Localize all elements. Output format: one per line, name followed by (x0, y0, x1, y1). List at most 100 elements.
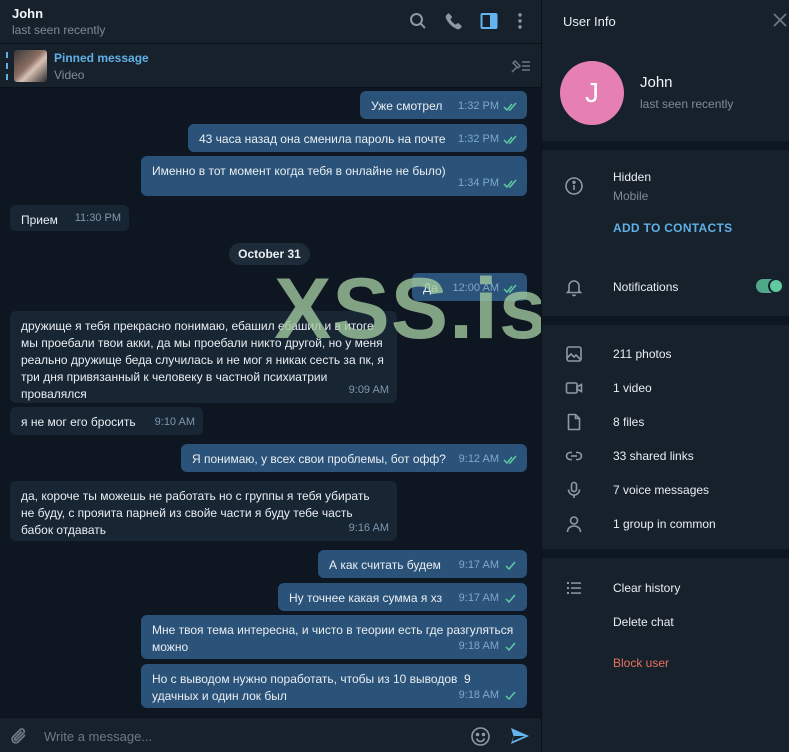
pinned-subtitle: Video (54, 68, 85, 82)
shared-media-label: 8 files (613, 415, 645, 429)
clear-history-row[interactable]: Clear history (542, 575, 789, 601)
microphone-icon (564, 480, 584, 500)
date-separator: October 31 (229, 243, 310, 265)
outgoing-message[interactable]: Я понимаю, у всех свои проблемы, бот офф… (181, 444, 527, 472)
message-time: 1:32 PM (458, 100, 499, 112)
message-meta: 9:16 AM (349, 520, 389, 537)
list-icon (564, 578, 584, 598)
double-check-icon (503, 455, 519, 465)
shared-media-row[interactable]: 1 video (542, 375, 789, 401)
link-icon (564, 446, 584, 466)
outgoing-message[interactable]: Уже смотрел 1:32 PM (360, 91, 527, 119)
message-meta: 9:17 AM (459, 557, 519, 574)
telegram-window: John last seen recently Pinned message V… (0, 0, 789, 752)
pinned-indicator (6, 52, 8, 80)
outgoing-message[interactable]: 43 часа назад она сменила пароль на почт… (188, 124, 527, 152)
message-time: 1:32 PM (458, 133, 499, 145)
shared-media-label: 33 shared links (613, 449, 694, 463)
incoming-message[interactable]: дружище я тебя прекрасно понимаю, ебашил… (10, 311, 397, 403)
message-meta: 11:30 PM (75, 210, 121, 227)
info-icon (564, 176, 584, 196)
check-icon (503, 561, 519, 571)
incoming-message[interactable]: да, короче ты можешь не работать но с гр… (10, 481, 397, 541)
message-meta: 9:10 AM (155, 414, 195, 431)
compose-bar (0, 717, 541, 752)
phone-row[interactable]: Hidden (542, 170, 789, 199)
unpin-icon[interactable] (509, 57, 531, 75)
message-input[interactable] (44, 727, 444, 745)
message-time: 9:17 AM (458, 559, 499, 571)
outgoing-message[interactable]: А как считать будем 9:17 AM (318, 550, 527, 578)
incoming-message[interactable]: Прием 11:30 PM (10, 205, 129, 231)
message-meta: 9:09 AM (349, 382, 389, 399)
block-user-button[interactable]: Block user (613, 656, 669, 670)
shared-media-row[interactable]: 1 group in common (542, 511, 789, 537)
divider (542, 549, 789, 558)
message-time: 12:00 AM (452, 282, 499, 294)
check-icon (503, 594, 519, 604)
shared-media-row[interactable]: 211 photos (542, 341, 789, 367)
phone-value: Hidden (613, 170, 652, 184)
message-time: 9:18 AM (458, 689, 499, 701)
shared-media-label: 7 voice messages (613, 483, 710, 497)
chat-status: last seen recently (12, 23, 106, 37)
shared-media-row[interactable]: 7 voice messages (542, 477, 789, 503)
user-info-panel: User Info J John last seen recently Hidd… (541, 0, 789, 752)
shared-media-row[interactable]: 8 files (542, 409, 789, 435)
message-meta: 9:18 AM (459, 687, 519, 704)
clear-history-button[interactable]: Clear history (613, 581, 680, 595)
shared-media-label: 1 group in common (613, 517, 716, 531)
message-time: 9:12 AM (458, 453, 499, 465)
divider (542, 316, 789, 325)
incoming-message[interactable]: я не мог его бросить 9:10 AM (10, 407, 203, 435)
message-text: да, короче ты можешь не работать но с гр… (21, 489, 373, 537)
message-time: 1:34 PM (458, 177, 499, 189)
pinned-thumbnail (14, 50, 47, 82)
shared-media-label: 211 photos (613, 347, 672, 361)
add-to-contacts-button[interactable]: ADD TO CONTACTS (613, 221, 732, 235)
shared-media-row[interactable]: 33 shared links (542, 443, 789, 469)
user-status: last seen recently (640, 97, 734, 111)
message-text: дружище я тебя прекрасно понимаю, ебашил… (21, 319, 388, 401)
pinned-message-bar[interactable]: Pinned message Video (0, 44, 541, 88)
double-check-icon (503, 102, 519, 112)
phone-icon[interactable] (444, 11, 464, 31)
video-icon (564, 378, 584, 398)
message-time: 9:16 AM (348, 522, 389, 534)
message-time: 9:17 AM (458, 592, 499, 604)
outgoing-message[interactable]: Ну точнее какая сумма я хз 9:17 AM (278, 583, 527, 611)
more-icon[interactable] (510, 11, 530, 31)
delete-chat-button[interactable]: Delete chat (613, 615, 674, 629)
notifications-row[interactable]: Notifications (542, 274, 789, 300)
message-meta: 1:32 PM (458, 131, 519, 148)
close-icon[interactable] (771, 11, 789, 29)
chat-header: John last seen recently (0, 0, 541, 44)
panel-title: User Info (563, 14, 616, 29)
paperclip-icon[interactable] (9, 726, 29, 746)
avatar[interactable]: J (560, 61, 624, 125)
double-check-icon (503, 179, 519, 189)
file-icon (564, 412, 584, 432)
message-time: 9:10 AM (154, 416, 195, 428)
chat-title[interactable]: John (12, 6, 43, 21)
send-icon[interactable] (509, 725, 531, 747)
phone-label: Mobile (613, 189, 649, 203)
message-meta: 1:32 PM (458, 98, 519, 115)
user-icon (564, 514, 584, 534)
outgoing-message[interactable]: Мне твоя тема интересна, и чисто в теори… (141, 615, 527, 659)
notifications-label: Notifications (613, 280, 679, 294)
double-check-icon (503, 284, 519, 294)
notifications-toggle[interactable] (756, 278, 784, 294)
shared-media-label: 1 video (613, 381, 652, 395)
outgoing-message[interactable]: Да 12:00 AM (412, 273, 527, 301)
message-meta: 1:34 PM (458, 175, 519, 192)
emoji-icon[interactable] (470, 726, 491, 747)
search-icon[interactable] (408, 11, 428, 31)
message-meta: 9:12 AM (459, 451, 519, 468)
divider (542, 141, 789, 150)
message-meta: 9:18 AM (459, 638, 519, 655)
outgoing-message[interactable]: Но с выводом нужно поработать, чтобы из … (141, 664, 527, 708)
outgoing-message[interactable]: Именно в тот момент когда тебя в онлайне… (141, 156, 527, 196)
sidebar-toggle-icon[interactable] (479, 11, 499, 31)
bell-icon (564, 277, 584, 297)
